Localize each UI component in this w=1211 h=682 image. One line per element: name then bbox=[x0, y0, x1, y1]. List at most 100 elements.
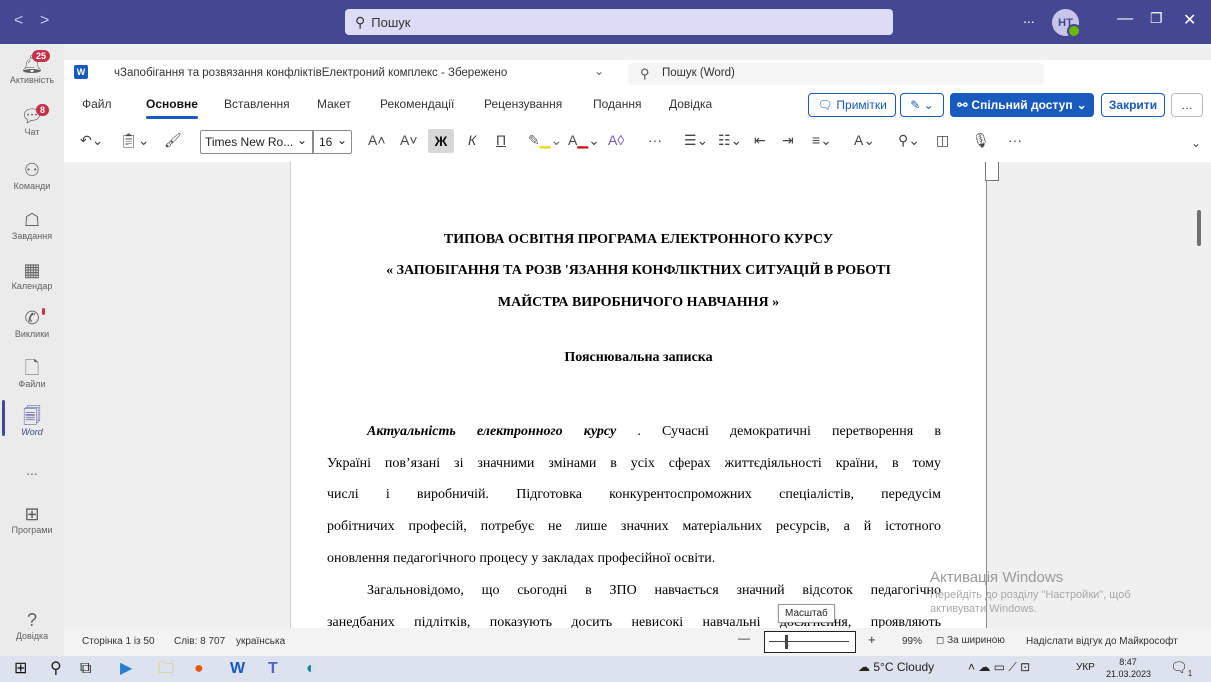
italic-icon[interactable]: К bbox=[468, 132, 476, 148]
tab-file[interactable]: Файл bbox=[82, 97, 112, 111]
zoom-slider-thumb[interactable] bbox=[785, 635, 788, 649]
teams-search-input[interactable]: ⚲ Пошук bbox=[345, 9, 893, 35]
comments-button[interactable]: 🗨︎ Примітки bbox=[808, 93, 896, 117]
tab-references[interactable]: Рекомендації bbox=[380, 97, 454, 111]
more-options-button[interactable]: … bbox=[1171, 93, 1203, 117]
find-icon[interactable]: ⚲⌄ bbox=[898, 132, 920, 149]
undo-icon[interactable]: ↶⌄ bbox=[80, 132, 103, 149]
rail-item-calls[interactable]: ✆ Виклики bbox=[0, 308, 64, 339]
calendar-icon: ▦ bbox=[23, 260, 41, 280]
reuse-files-icon[interactable]: ◫ bbox=[936, 132, 949, 149]
file-explorer-icon[interactable]: 🗀︎ bbox=[158, 658, 174, 680]
editing-mode-button[interactable]: ✎ ⌄ bbox=[900, 93, 944, 117]
forward-arrow-icon[interactable]: > bbox=[40, 12, 49, 30]
watermark-line3: активувати Windows. bbox=[930, 603, 1037, 615]
tab-home[interactable]: Основне bbox=[146, 97, 198, 119]
edge-icon[interactable]: ◐ bbox=[306, 658, 316, 680]
tab-view[interactable]: Подання bbox=[593, 97, 641, 111]
page-count[interactable]: Сторінка 1 із 50 bbox=[82, 636, 155, 647]
numbering-icon[interactable]: ☷⌄ bbox=[718, 132, 742, 149]
firefox-icon[interactable]: ● bbox=[194, 658, 204, 680]
zoom-percent[interactable]: 99% bbox=[902, 636, 922, 647]
more-options-button[interactable]: ... bbox=[1023, 10, 1035, 26]
notifications-icon[interactable]: 🗨︎1 bbox=[1170, 659, 1192, 678]
font-name-select[interactable]: Times New Ro... ⌄ bbox=[200, 130, 314, 154]
rail-item-teams[interactable]: ⚇ Команди bbox=[0, 160, 64, 191]
paragraph1-line2: Україні пов’язані зі значними змінами в … bbox=[327, 456, 941, 471]
rail-item-files[interactable]: 🗋︎ Файли bbox=[0, 358, 64, 389]
clear-format-icon[interactable]: A◊ bbox=[608, 132, 624, 148]
rail-item-chat[interactable]: 💬︎ Чат 8 bbox=[0, 104, 64, 137]
minimize-icon[interactable]: — bbox=[1117, 10, 1133, 28]
zoom-out-button[interactable]: — bbox=[738, 631, 750, 645]
document-title[interactable]: чЗапобігання та розвязання конфліктівЕле… bbox=[114, 67, 507, 79]
paste-icon[interactable]: 📋︎⌄ bbox=[120, 132, 150, 149]
zoom-slider[interactable] bbox=[764, 631, 856, 653]
dictate-icon[interactable]: 🎙︎ bbox=[972, 132, 990, 149]
rail-more-apps[interactable]: ... bbox=[0, 462, 64, 478]
word-search-input[interactable]: ⚲ Пошук (Word) bbox=[628, 63, 1044, 85]
presence-available-icon bbox=[1067, 24, 1081, 38]
media-app-icon[interactable]: ▶ bbox=[120, 658, 132, 680]
pencil-icon: ✎ ⌄ bbox=[910, 98, 934, 112]
rail-item-word[interactable]: 🗐 Word bbox=[0, 406, 64, 437]
feedback-link[interactable]: Надіслати відгук до Майкрософт bbox=[1026, 636, 1178, 647]
back-arrow-icon[interactable]: < bbox=[14, 12, 23, 30]
more-toolbar-icon[interactable]: ··· bbox=[1008, 132, 1022, 148]
tab-insert[interactable]: Вставлення bbox=[224, 97, 290, 111]
rail-item-help[interactable]: ? Довідка bbox=[0, 610, 64, 641]
word-search-placeholder: Пошук (Word) bbox=[662, 67, 735, 79]
bold-icon[interactable]: Ж bbox=[428, 129, 454, 153]
rail-item-assignments[interactable]: ☖ Завдання bbox=[0, 210, 64, 241]
close-button[interactable]: Закрити bbox=[1101, 93, 1165, 117]
vertical-scrollbar-thumb[interactable] bbox=[1197, 210, 1201, 246]
share-button[interactable]: ⚯ Спільний доступ ⌄ bbox=[950, 93, 1094, 117]
tab-review[interactable]: Рецензування bbox=[484, 97, 562, 111]
language-status[interactable]: українська bbox=[236, 636, 285, 647]
word-taskbar-icon[interactable]: W bbox=[230, 658, 245, 680]
chevron-down-icon[interactable]: ⌄ bbox=[1191, 136, 1201, 150]
rail-item-apps[interactable]: ⊞ Програми bbox=[0, 504, 64, 535]
fit-width-icon: ◻︎ bbox=[936, 635, 945, 646]
underline-icon[interactable]: П bbox=[496, 132, 506, 148]
rail-item-calendar[interactable]: ▦ Календар bbox=[0, 260, 64, 291]
close-icon[interactable]: ✕ bbox=[1183, 10, 1196, 30]
title-chevron-icon[interactable]: ⌄ bbox=[594, 64, 604, 78]
input-language[interactable]: УКР bbox=[1076, 662, 1095, 673]
bullets-icon[interactable]: ☰⌄ bbox=[684, 132, 708, 149]
more-font-icon[interactable]: ··· bbox=[648, 132, 662, 148]
fit-width-button[interactable]: ◻︎ За шириною bbox=[936, 635, 1005, 646]
document-page[interactable]: ТИПОВА ОСВІТНЯ ПРОГРАМА ЕЛЕКТРОННОГО КУР… bbox=[290, 162, 999, 656]
weather-widget[interactable]: ☁︎ 5°C Cloudy bbox=[858, 660, 934, 674]
ribbon-tabs: Файл Основне Вставлення Макет Рекомендац… bbox=[64, 88, 1211, 122]
task-view-icon[interactable]: ⧉ bbox=[80, 658, 91, 680]
font-size-select[interactable]: 16 ⌄ bbox=[312, 130, 352, 154]
grow-font-icon[interactable]: A˄ bbox=[368, 132, 386, 148]
align-icon[interactable]: ≡⌄ bbox=[812, 132, 832, 149]
zoom-in-button[interactable]: + bbox=[868, 632, 876, 647]
clock[interactable]: 8:47 21.03.2023 bbox=[1106, 656, 1151, 680]
chat-icon: 💬︎ bbox=[20, 106, 44, 126]
increase-indent-icon[interactable]: ⇥ bbox=[782, 132, 794, 149]
format-painter-icon[interactable]: 🖌︎ bbox=[164, 132, 182, 149]
word-count[interactable]: Слів: 8 707 bbox=[174, 636, 225, 647]
rail-item-activity[interactable]: 🔔︎ Активність 25 bbox=[0, 50, 64, 85]
search-icon[interactable]: ⚲ bbox=[50, 658, 62, 680]
highlight-icon[interactable]: ✎▁⌄ bbox=[528, 132, 562, 149]
rail-label-apps: Програми bbox=[11, 525, 53, 535]
shrink-font-icon[interactable]: A˅ bbox=[400, 132, 418, 148]
maximize-icon[interactable]: ❐ bbox=[1150, 10, 1163, 27]
teams-taskbar-icon[interactable]: T bbox=[268, 658, 278, 680]
tab-layout[interactable]: Макет bbox=[317, 97, 351, 111]
paragraph1-line1-text: . Сучасні демократичні перетворення в bbox=[616, 424, 941, 439]
font-color-icon[interactable]: A▁⌄ bbox=[568, 132, 600, 149]
assignments-icon: ☖ bbox=[23, 210, 41, 230]
start-icon[interactable]: ⊞ bbox=[14, 658, 27, 680]
paragraph1-line3: числі і виробничій. Підготовка конкурент… bbox=[327, 487, 941, 502]
styles-icon[interactable]: A⌄ bbox=[854, 132, 875, 149]
decrease-indent-icon[interactable]: ⇤ bbox=[754, 132, 766, 149]
word-frame: W чЗапобігання та розвязання конфліктівЕ… bbox=[64, 44, 1211, 656]
tab-help[interactable]: Довідка bbox=[669, 97, 712, 111]
avatar[interactable]: НТ bbox=[1052, 9, 1081, 38]
system-tray-icons[interactable]: ˄ ☁ ▭ ⟋ ⊡ bbox=[968, 660, 1030, 675]
